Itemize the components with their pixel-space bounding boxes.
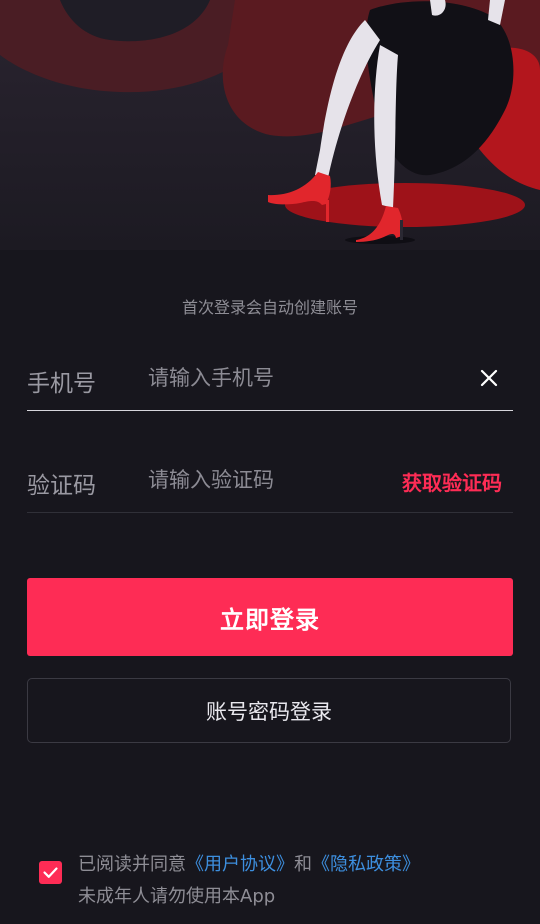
- minor-notice: 未成年人请勿使用本App: [78, 886, 276, 907]
- phone-label: 手机号: [27, 371, 96, 397]
- auto-register-hint: 首次登录会自动创建账号: [181, 298, 358, 317]
- checkmark-icon: [43, 867, 58, 878]
- illustration-art: [0, 0, 540, 250]
- agreement-checkbox[interactable]: [39, 861, 62, 884]
- agreement-prefix: 已阅读并同意: [78, 854, 186, 875]
- code-input[interactable]: [148, 462, 408, 498]
- code-field-row: 验证码 获取验证码: [27, 448, 513, 513]
- hero-illustration: [0, 0, 540, 250]
- phone-field-row: 手机号: [27, 346, 513, 411]
- agreement-and: 和: [294, 854, 312, 875]
- user-agreement-link[interactable]: 《用户协议》: [186, 854, 294, 875]
- code-label: 验证码: [27, 473, 96, 499]
- password-login-button[interactable]: 账号密码登录: [27, 678, 511, 743]
- phone-input[interactable]: [148, 360, 408, 396]
- agreement-text: 已阅读并同意《用户协议》和《隐私政策》: [78, 850, 420, 876]
- login-button[interactable]: 立即登录: [27, 578, 513, 656]
- login-screen: 首次登录会自动创建账号 手机号 验证码 获取验证码 立即登录 账号密码登录 已阅…: [0, 0, 540, 924]
- privacy-policy-link[interactable]: 《隐私政策》: [312, 854, 420, 875]
- get-code-button[interactable]: 获取验证码: [402, 467, 502, 496]
- close-icon[interactable]: [475, 364, 503, 392]
